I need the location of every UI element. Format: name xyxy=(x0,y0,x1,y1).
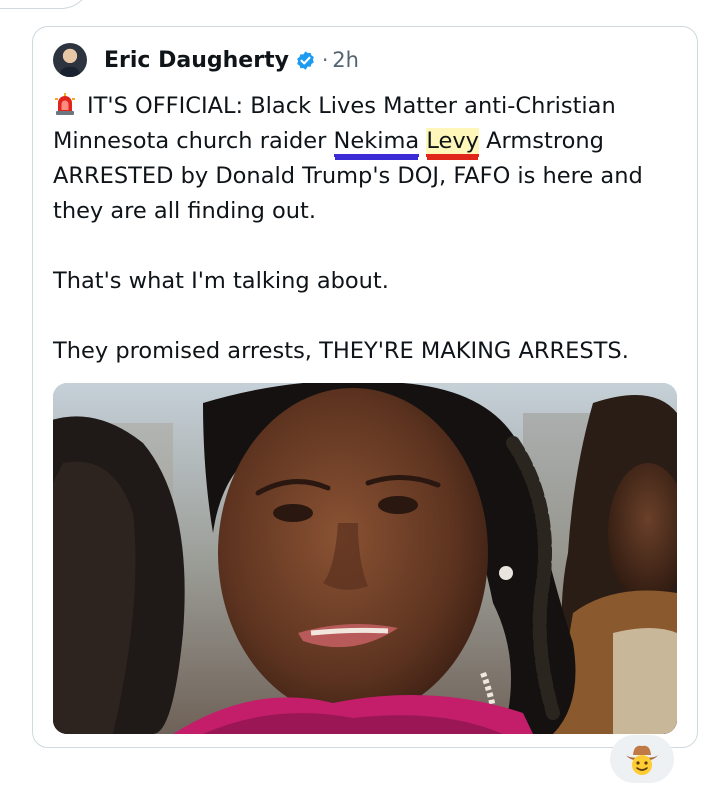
cowboy-emoji-icon xyxy=(626,745,658,775)
post-paragraph-1: IT'S OFFICIAL: Black Lives Matter anti-C… xyxy=(53,89,693,229)
post-paragraph-3: They promised arrests, THEY'RE MAKING AR… xyxy=(53,338,629,364)
meta-separator: · xyxy=(321,48,329,72)
previous-card-edge xyxy=(0,0,91,9)
avatar[interactable] xyxy=(53,43,87,77)
post-timestamp[interactable]: 2h xyxy=(332,48,359,72)
reaction-button[interactable] xyxy=(610,735,674,783)
siren-icon xyxy=(53,92,77,116)
author-name[interactable]: Eric Daugherty xyxy=(104,48,289,73)
post-card[interactable]: Eric Daugherty · 2h IT'S OFFICIAL: Black xyxy=(32,26,698,748)
post-header: Eric Daugherty · 2h xyxy=(53,43,359,77)
post-photo[interactable] xyxy=(53,383,677,734)
underlined-name-nekima: Nekima xyxy=(333,128,420,157)
underlined-name-levy: Levy xyxy=(426,128,479,157)
post-paragraph-2: That's what I'm talking about. xyxy=(53,268,389,294)
verified-badge-icon[interactable] xyxy=(295,50,316,71)
post-text: IT'S OFFICIAL: Black Lives Matter anti-C… xyxy=(53,89,693,369)
